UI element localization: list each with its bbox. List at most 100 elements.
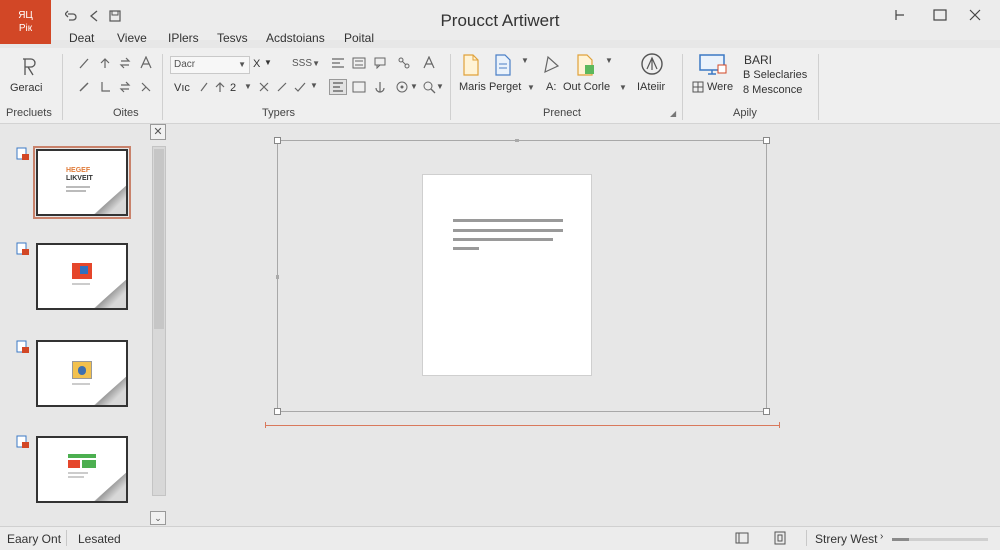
tab-vieve[interactable]: Vieve <box>117 31 147 45</box>
reading-view-icon[interactable] <box>773 531 787 548</box>
geraci-button[interactable]: Geraci <box>10 82 42 94</box>
chevron-down-icon[interactable]: ▼ <box>310 81 318 90</box>
link-icon[interactable] <box>398 57 410 72</box>
out-corle-button[interactable]: Out Corle <box>563 81 610 93</box>
minimize-icon[interactable] <box>893 8 907 27</box>
chevron-down-icon[interactable]: ▼ <box>410 82 418 91</box>
pencil-icon[interactable] <box>78 81 90 96</box>
chevron-down-icon[interactable]: ▼ <box>605 56 613 65</box>
dropdown-icon[interactable] <box>140 81 152 96</box>
resize-handle[interactable] <box>763 137 770 144</box>
tab-tesvs[interactable]: Tesvs <box>217 31 248 45</box>
scroll-down-icon[interactable]: ⌄ <box>150 511 166 525</box>
up-arrow-icon-2[interactable] <box>214 81 226 96</box>
monitor-icon[interactable] <box>698 53 728 80</box>
restore-icon[interactable] <box>933 8 947 27</box>
mesconce-label[interactable]: 8 Mesconce <box>743 84 802 96</box>
slide-number-icon <box>16 242 32 258</box>
file-tab[interactable]: ЯЦ Рік <box>0 0 51 44</box>
chevron-down-icon[interactable]: ▼ <box>521 56 529 65</box>
ribbon-separator <box>162 54 163 120</box>
slide-thumbnail[interactable] <box>36 340 128 407</box>
swap-icon[interactable] <box>119 57 131 72</box>
check-icon[interactable] <box>294 81 306 96</box>
up-arrow-icon[interactable] <box>99 57 111 72</box>
save-icon[interactable] <box>109 10 121 25</box>
chevron-down-icon[interactable]: ▼ <box>436 82 444 91</box>
text-a-label[interactable]: A: <box>546 81 556 93</box>
slide-thumbnail[interactable] <box>36 436 128 503</box>
resize-handle[interactable] <box>763 408 770 415</box>
document-icon[interactable] <box>462 54 480 79</box>
slide-title-dark: LIKVEIT <box>66 175 93 182</box>
normal-view-icon[interactable] <box>735 531 749 548</box>
slide-thumbnail[interactable]: HEGEF LIKVEIT <box>33 146 131 219</box>
tab-deat[interactable]: Deat <box>69 31 94 45</box>
pen-icon[interactable] <box>78 57 90 72</box>
anchor-icon[interactable] <box>374 81 386 96</box>
slash-icon[interactable] <box>198 81 210 96</box>
text-a-icon-2[interactable] <box>423 55 436 72</box>
comment-icon[interactable] <box>374 57 386 72</box>
bari-label[interactable]: BARI <box>744 53 772 67</box>
file-tab-line2: Рік <box>18 23 33 34</box>
document-edit-icon[interactable] <box>494 54 512 79</box>
group-label-precluets: Precluets <box>6 107 52 119</box>
chevron-down-icon[interactable]: ▼ <box>619 83 627 92</box>
cross-icon[interactable] <box>258 81 270 96</box>
dialog-launcher-icon[interactable]: ◢ <box>670 109 676 118</box>
chevron-down-icon[interactable]: ▼ <box>527 83 535 92</box>
frame-icon[interactable] <box>352 81 366 96</box>
resize-handle[interactable] <box>274 137 281 144</box>
slide-thumbnail[interactable] <box>36 243 128 310</box>
chevron-down-icon: ▼ <box>238 60 246 69</box>
g3-row2-text[interactable]: Vıc <box>174 82 190 94</box>
l-shape-icon[interactable] <box>99 81 111 96</box>
shape-icon[interactable] <box>542 54 560 77</box>
marks-perget-button[interactable]: Maris Perget <box>459 81 521 93</box>
zoom-label[interactable]: Strery West <box>815 532 877 546</box>
page-curl <box>92 278 126 308</box>
chevron-right-icon[interactable]: › <box>880 531 883 542</box>
align-active-icon[interactable] <box>329 79 347 95</box>
tab-iplers[interactable]: IPlers <box>168 31 199 45</box>
line-icon[interactable] <box>276 81 288 96</box>
size-dropdown[interactable]: SSS ▼ <box>289 56 323 74</box>
top-handle[interactable] <box>515 139 519 142</box>
tab-acdstoians[interactable]: Acdstoians <box>266 31 325 45</box>
close-icon[interactable] <box>968 8 982 27</box>
font-dropdown-value: Dacr <box>174 59 196 70</box>
document-page[interactable] <box>422 174 592 376</box>
grid-icon[interactable] <box>692 81 704 96</box>
chevron-down-icon[interactable]: ▼ <box>264 58 272 67</box>
compass-icon[interactable] <box>640 52 664 79</box>
paragraph-icon[interactable] <box>17 56 39 81</box>
slide-number-icon <box>16 435 32 451</box>
zoom-slider[interactable] <box>892 538 988 541</box>
group-label-prenect: Prenect <box>543 107 581 119</box>
left-handle[interactable] <box>276 275 279 279</box>
document-image-icon[interactable] <box>576 54 596 79</box>
undo-icon[interactable] <box>64 10 77 25</box>
were-button[interactable]: Were <box>707 81 733 93</box>
x-format-icon[interactable]: X <box>253 58 260 70</box>
swap-icon-2[interactable] <box>119 81 131 96</box>
status-divider <box>66 530 67 546</box>
close-pane-icon[interactable]: ✕ <box>150 124 166 140</box>
tab-poital[interactable]: Poital <box>344 31 374 45</box>
font-dropdown[interactable]: Dacr ▼ <box>170 56 250 74</box>
ateiir-button[interactable]: IAteiir <box>637 81 665 93</box>
resize-handle[interactable] <box>274 408 281 415</box>
target-icon[interactable] <box>396 81 408 96</box>
scrollbar[interactable] <box>152 146 166 496</box>
scrollbar-thumb[interactable] <box>154 149 164 329</box>
list-icon[interactable] <box>352 57 366 72</box>
g3-number[interactable]: 2 <box>230 82 236 94</box>
seleclaries-label[interactable]: B Seleclaries <box>743 69 807 81</box>
chevron-down-icon[interactable]: ▼ <box>244 82 252 91</box>
slide-title-orange: HEGEF <box>66 167 91 174</box>
redo-icon[interactable] <box>88 10 100 25</box>
align-icon[interactable] <box>331 57 345 72</box>
search-icon[interactable] <box>423 81 436 97</box>
text-a-icon[interactable] <box>140 55 152 72</box>
